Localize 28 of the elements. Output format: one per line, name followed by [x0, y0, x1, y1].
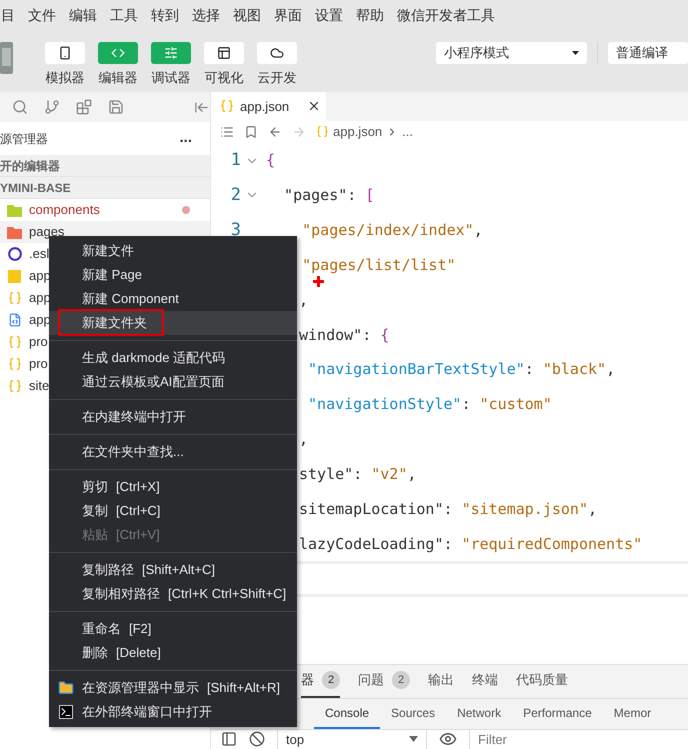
toolbar-label: 模拟器 [46, 69, 84, 87]
code-line: "navigationBarTextStyle": "black", [307, 359, 616, 380]
code-line: lazyCodeLoading": "requiredComponents" [298, 534, 642, 555]
code-line: { [265, 150, 276, 172]
file-name: pro [29, 355, 48, 374]
code-line: window": { [298, 324, 390, 346]
file-name: components [29, 201, 100, 220]
code-line: , [298, 429, 308, 450]
count-badge: 2 [322, 671, 340, 690]
toolbar-label: 云开发 [258, 69, 296, 87]
toolbar-label: 可视化 [204, 69, 244, 87]
code-line: "navigationStyle": "custom" [307, 394, 552, 416]
code-line: sitemapLocation": "sitemap.json", [298, 498, 598, 520]
code-line: "pages/index/index", [301, 220, 483, 242]
code-line: style": "v2", [298, 464, 416, 485]
file-name: site [29, 377, 50, 396]
line-number: 3 [230, 218, 241, 242]
line-number: 1 [230, 148, 241, 172]
line-number: 2 [230, 184, 241, 207]
code-line: "pages": [ [283, 185, 374, 206]
code-line: , [298, 290, 308, 311]
panel-title: 源管理器 [0, 130, 48, 148]
code-line: "pages/list/list" [301, 254, 456, 276]
toolbar-label: 编辑器 [98, 69, 138, 87]
file-name: .esl [29, 245, 50, 264]
count-badge: 2 [392, 671, 410, 690]
toolbar-label: 调试器 [152, 69, 190, 87]
file-name: pro [29, 333, 48, 352]
